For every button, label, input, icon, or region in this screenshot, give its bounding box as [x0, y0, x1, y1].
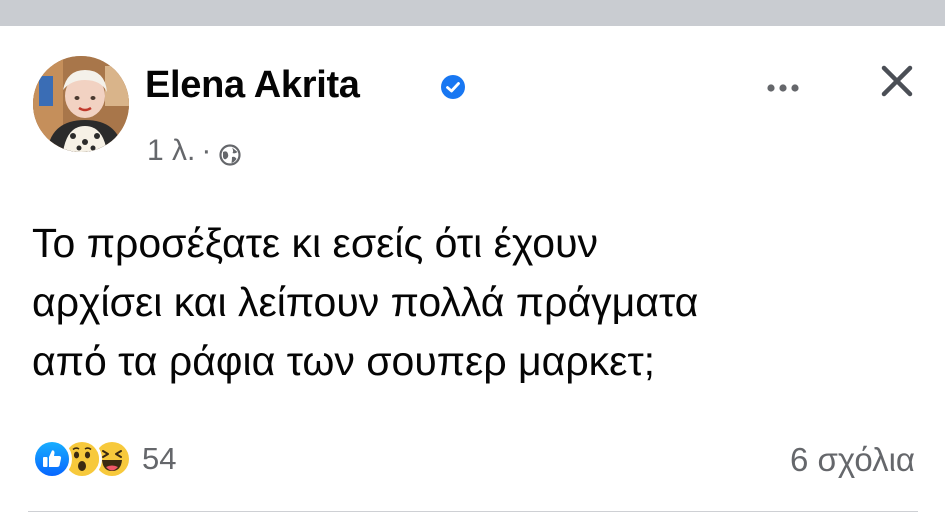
- close-icon: [881, 65, 913, 97]
- more-dots-icon: [767, 84, 799, 92]
- like-icon: [32, 439, 72, 479]
- globe-icon[interactable]: [219, 140, 241, 166]
- author-name[interactable]: Elena Akrita: [145, 64, 360, 107]
- post-text: Το προσέξατε κι εσείς ότι έχουν αρχίσει …: [32, 214, 932, 391]
- post-text-line: αρχίσει και λείπουν πολλά πράγματα: [32, 279, 699, 325]
- reactions-summary[interactable]: 54: [32, 439, 176, 479]
- close-button[interactable]: [872, 56, 922, 106]
- verified-badge-icon: [440, 74, 466, 100]
- post-text-line: Το προσέξατε κι εσείς ότι έχουν: [32, 220, 599, 266]
- comments-link[interactable]: 6 σχόλια: [790, 441, 915, 479]
- reaction-count: 54: [142, 441, 177, 476]
- post-card: Elena Akrita 1 λ. · Το προσέξατε κι εσεί…: [0, 26, 945, 532]
- more-options-button[interactable]: [758, 68, 808, 108]
- post-meta: 1 λ. ·: [147, 134, 241, 168]
- meta-separator: ·: [201, 134, 212, 167]
- post-text-line: από τα ράφια των σουπερ μαρκετ;: [32, 338, 656, 384]
- post-time[interactable]: 1 λ.: [147, 134, 195, 168]
- top-bar: [0, 0, 945, 26]
- avatar[interactable]: [33, 56, 129, 152]
- divider: [28, 511, 918, 512]
